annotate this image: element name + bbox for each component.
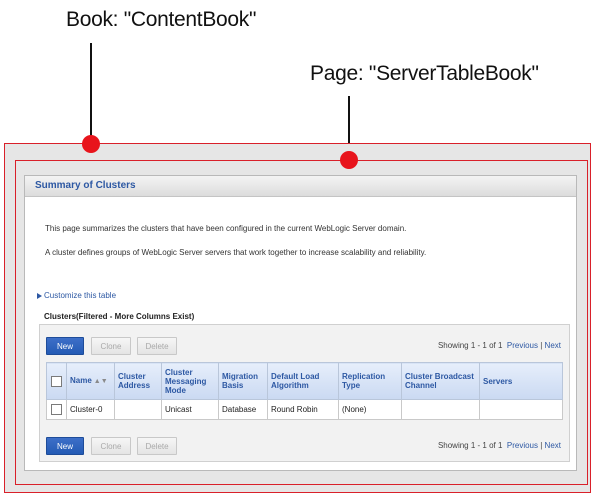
new-button-bottom[interactable]: New <box>46 437 84 455</box>
book-marker-dot <box>82 135 100 153</box>
pagination: Showing 1 - 1 of 1 Previous | Next <box>438 341 561 350</box>
column-header-cluster-address[interactable]: Cluster Address <box>114 362 162 400</box>
load-algorithm-cell: Round Robin <box>267 399 339 420</box>
expand-triangle-icon <box>37 292 42 299</box>
cluster-name-link[interactable]: Cluster-0 <box>66 399 115 420</box>
clone-button-bottom[interactable]: Clone <box>91 437 131 455</box>
pagination-bottom: Showing 1 - 1 of 1 Previous | Next <box>438 441 561 450</box>
previous-link[interactable]: Previous <box>507 341 538 350</box>
next-link-bottom[interactable]: Next <box>545 441 561 450</box>
delete-button[interactable]: Delete <box>137 337 177 355</box>
column-header-load-algorithm[interactable]: Default Load Algorithm <box>267 362 339 400</box>
page-marker-dot <box>340 151 358 169</box>
column-header-replication-type[interactable]: Replication Type <box>338 362 402 400</box>
panel-title: Summary of Clusters <box>35 180 136 191</box>
row-select-cell <box>46 399 67 420</box>
page-label: Page: "ServerTableBook" <box>310 62 539 85</box>
book-pointer-line <box>90 43 92 143</box>
delete-button-bottom[interactable]: Delete <box>137 437 177 455</box>
column-header-servers[interactable]: Servers <box>479 362 563 400</box>
table-header-row: Name ▲▼ Cluster Address Cluster Messaging… <box>46 362 563 400</box>
replication-type-cell: (None) <box>338 399 402 420</box>
showing-count-bottom: Showing 1 - 1 of 1 <box>437 441 503 450</box>
clusters-table: Name ▲▼ Cluster Address Cluster Messaging… <box>46 362 563 420</box>
description-text-2: A cluster defines groups of WebLogic Ser… <box>45 248 427 257</box>
column-header-name-label: Name <box>70 376 92 385</box>
clusters-table-area: New Clone Delete Showing 1 - 1 of 1 Prev… <box>39 324 570 462</box>
showing-count: Showing 1 - 1 of 1 <box>437 341 503 350</box>
column-header-broadcast-channel[interactable]: Cluster Broadcast Channel <box>401 362 480 400</box>
book-label: Book: "ContentBook" <box>66 8 257 31</box>
select-all-checkbox[interactable] <box>51 375 62 387</box>
next-link[interactable]: Next <box>545 341 561 350</box>
clone-button[interactable]: Clone <box>91 337 131 355</box>
table-row: Cluster-0 Unicast Database Round Robin (… <box>46 399 563 420</box>
sort-icon[interactable]: ▲▼ <box>94 378 108 385</box>
customize-table-link[interactable]: Customize this table <box>37 291 116 300</box>
column-header-name[interactable]: Name ▲▼ <box>66 362 115 400</box>
previous-link-bottom[interactable]: Previous <box>507 441 538 450</box>
column-header-messaging-mode[interactable]: Cluster Messaging Mode <box>161 362 219 400</box>
customize-table-label: Customize this table <box>44 291 117 300</box>
row-checkbox[interactable] <box>51 404 62 415</box>
cluster-address-cell <box>114 399 162 420</box>
panel-header: Summary of Clusters <box>25 176 576 197</box>
broadcast-channel-cell <box>401 399 480 420</box>
migration-basis-cell: Database <box>218 399 268 420</box>
description-text-1: This page summarizes the clusters that h… <box>45 224 407 233</box>
summary-panel: Summary of Clusters This page summarizes… <box>24 175 577 471</box>
servers-cell <box>479 399 563 420</box>
section-label: Clusters(Filtered - More Columns Exist) <box>44 312 195 321</box>
pagination-separator-bottom: | <box>540 441 543 450</box>
column-header-migration-basis[interactable]: Migration Basis <box>218 362 268 400</box>
new-button[interactable]: New <box>46 337 84 355</box>
messaging-mode-cell: Unicast <box>161 399 219 420</box>
pagination-separator: | <box>540 341 543 350</box>
select-all-header <box>46 362 67 400</box>
